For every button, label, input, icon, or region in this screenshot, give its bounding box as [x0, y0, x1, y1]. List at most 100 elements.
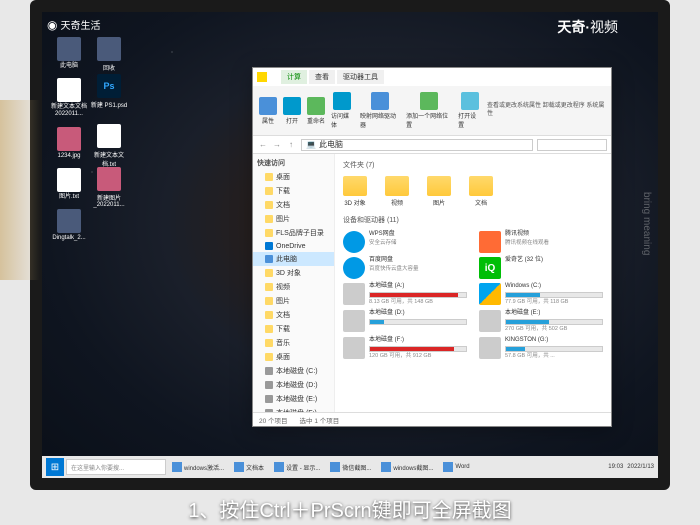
taskbar-item-0[interactable]: windows激活... — [168, 458, 228, 476]
status-selected: 选中 1 个项目 — [300, 415, 340, 425]
sidebar-drive-c[interactable]: 本地磁盘 (C:) — [253, 364, 334, 378]
drive-item-9[interactable]: KINGSTON (G:)57.8 GB 可用，共 ... — [479, 337, 603, 360]
desktop-icon-newpic[interactable]: 新建图片_2022011... — [90, 167, 128, 208]
sidebar-quickaccess[interactable]: 快速访问 — [253, 156, 334, 170]
folder-docs[interactable]: 文档 — [469, 176, 493, 207]
folder-pictures[interactable]: 图片 — [427, 176, 451, 207]
nav-buttons: ← → ↑ — [257, 139, 297, 151]
side-decorative-text: bring meaning — [641, 192, 652, 255]
drive-grid: WPS网盘安全云存储腾讯视频腾讯视频在线观看百度网盘百度快传云盘大容量 iQ爱奇艺… — [343, 231, 603, 360]
tray-time: 19:03 — [608, 464, 623, 470]
monitor-frame: 天奇生活 天奇·视频 bring meaning 此电脑 新建文本文档20220… — [30, 0, 670, 490]
file-explorer-window: 计算 查看 驱动器工具 属性 打开 重命名 访问媒体 映射网络驱动器 添加一个网… — [252, 67, 612, 427]
ribbon-settings[interactable]: 打开设置 — [458, 92, 481, 129]
nav-up-icon[interactable]: ↑ — [285, 139, 297, 151]
drive-item-8[interactable]: 本地磁盘 (F:)120 GB 可用，共 912 GB — [343, 337, 467, 360]
ribbon-open[interactable]: 打开 — [283, 97, 301, 125]
sidebar-downloads[interactable]: 下载 — [253, 184, 334, 198]
decorative-wheat — [0, 100, 40, 280]
search-box[interactable] — [537, 139, 607, 151]
sidebar-downloads2[interactable]: 下载 — [253, 322, 334, 336]
sidebar-music[interactable]: 音乐 — [253, 336, 334, 350]
drive-item-5[interactable]: Windows (C:)77.9 GB 可用，共 118 GB — [479, 283, 603, 306]
section-folders[interactable]: 文件夹 (7) — [343, 160, 603, 172]
drive-item-3[interactable]: iQ爱奇艺 (32 位) — [479, 257, 603, 279]
ribbon-media[interactable]: 访问媒体 — [331, 92, 354, 129]
status-bar: 20 个项目 选中 1 个项目 — [253, 412, 611, 426]
sidebar-pictures[interactable]: 图片 — [253, 212, 334, 226]
drive-icon — [479, 337, 501, 359]
taskbar-item-2[interactable]: 设置 - 显示... — [270, 458, 324, 476]
ribbon-mapdrive[interactable]: 映射网络驱动器 — [360, 92, 400, 129]
taskbar-search[interactable]: 在这里输入你要搜... — [66, 459, 166, 475]
desktop-icon-newtext[interactable]: 新建文本文档.txt — [90, 124, 128, 168]
drive-item-0[interactable]: WPS网盘安全云存储 — [343, 231, 467, 253]
system-tray[interactable]: 19:03 2022/1/13 — [608, 464, 654, 470]
drive-item-7[interactable]: 本地磁盘 (E:)270 GB 可用，共 502 GB — [479, 310, 603, 333]
sidebar-3dobjects[interactable]: 3D 对象 — [253, 266, 334, 280]
sidebar-docs2[interactable]: 文档 — [253, 308, 334, 322]
ribbon-rename[interactable]: 重命名 — [307, 97, 325, 125]
ribbon-properties[interactable]: 属性 — [259, 97, 277, 125]
sidebar-pictures2[interactable]: 图片 — [253, 294, 334, 308]
explorer-sidebar: 快速访问 桌面 下载 文档 图片 FLS品牌子目录 OneDrive 此电脑 3… — [253, 154, 335, 412]
drive-icon — [343, 231, 365, 253]
drive-icon — [343, 257, 365, 279]
sidebar-drive-f[interactable]: 本地磁盘 (F:) — [253, 406, 334, 412]
taskbar: ⊞ 在这里输入你要搜... windows激活... 文档本 设置 - 显示..… — [42, 456, 658, 478]
taskbar-item-3[interactable]: 微信截图... — [326, 458, 375, 476]
start-button[interactable]: ⊞ — [46, 458, 64, 476]
breadcrumb-thispc[interactable]: 此电脑 — [319, 139, 343, 150]
explorer-body: 快速访问 桌面 下载 文档 图片 FLS品牌子目录 OneDrive 此电脑 3… — [253, 154, 611, 412]
sidebar-onedrive[interactable]: OneDrive — [253, 240, 334, 252]
drive-icon — [479, 231, 501, 253]
sidebar-videos[interactable]: 视频 — [253, 280, 334, 294]
sidebar-thispc[interactable]: 此电脑 — [253, 252, 334, 266]
ribbon-tabs: 计算 查看 驱动器工具 — [281, 70, 384, 84]
tray-date: 2022/1/13 — [627, 464, 654, 470]
nav-back-icon[interactable]: ← — [257, 139, 269, 151]
folder-videos[interactable]: 视频 — [385, 176, 409, 207]
drive-item-6[interactable]: 本地磁盘 (D:) — [343, 310, 467, 333]
sidebar-drive-e[interactable]: 本地磁盘 (E:) — [253, 392, 334, 406]
folder-3d[interactable]: 3D 对象 — [343, 176, 367, 207]
tab-computer[interactable]: 计算 — [281, 70, 307, 84]
tab-drivetools[interactable]: 驱动器工具 — [337, 70, 384, 84]
section-drives[interactable]: 设备和驱动器 (11) — [343, 215, 603, 227]
explorer-main: 文件夹 (7) 3D 对象 视频 图片 文档 设备和驱动器 (11) WPS网盘… — [335, 154, 611, 412]
desktop-icon-psd[interactable]: Ps新建 PS1.psd — [90, 74, 128, 109]
drive-icon — [343, 310, 365, 332]
taskbar-item-1[interactable]: 文档本 — [230, 458, 268, 476]
nav-fwd-icon[interactable]: → — [271, 139, 283, 151]
sidebar-desktop[interactable]: 桌面 — [253, 170, 334, 184]
ribbon-text-group[interactable]: 查看或更改系统属性 卸载或更改程序 系统属性 — [487, 103, 605, 119]
ribbon: 属性 打开 重命名 访问媒体 映射网络驱动器 添加一个网络位置 打开设置 查看或… — [253, 86, 611, 136]
desktop-icon-jpg[interactable]: 1234.jpg — [50, 127, 88, 160]
sidebar-documents[interactable]: 文档 — [253, 198, 334, 212]
drive-item-4[interactable]: 本地磁盘 (A:)8.13 GB 可用，共 148 GB — [343, 283, 467, 306]
drive-icon — [343, 283, 365, 305]
taskbar-item-5[interactable]: Word — [439, 458, 473, 476]
desktop-icon-recycle[interactable]: 回收 — [90, 37, 128, 72]
watermark-topright: 天奇·视频 — [557, 17, 618, 37]
watermark-topleft: 天奇生活 — [47, 17, 100, 32]
taskbar-item-4[interactable]: windows截图... — [377, 458, 437, 476]
explorer-icon — [257, 72, 267, 82]
drive-icon: iQ — [479, 257, 501, 279]
breadcrumb-icon: 💻 — [306, 140, 316, 149]
drive-item-1[interactable]: 腾讯视频腾讯视频在线观看 — [479, 231, 603, 253]
ribbon-addnet[interactable]: 添加一个网络位置 — [406, 92, 452, 129]
tab-view[interactable]: 查看 — [309, 70, 335, 84]
sidebar-fls[interactable]: FLS品牌子目录 — [253, 226, 334, 240]
desktop-icon-txt[interactable]: 图片.txt — [50, 168, 88, 201]
desktop-icon-textdoc[interactable]: 新建文本文档2022011... — [50, 78, 88, 118]
sidebar-drive-d[interactable]: 本地磁盘 (D:) — [253, 378, 334, 392]
drive-item-2[interactable]: 百度网盘百度快传云盘大容量 — [343, 257, 467, 279]
desktop-icon-thispc[interactable]: 此电脑 — [50, 37, 88, 70]
address-bar[interactable]: 💻 此电脑 — [301, 139, 533, 151]
status-count: 20 个项目 — [259, 415, 288, 425]
drive-icon — [479, 310, 501, 332]
explorer-titlebar[interactable]: 计算 查看 驱动器工具 — [253, 68, 611, 86]
desktop-icon-dingtalk[interactable]: Dingtalk_2... — [50, 209, 88, 242]
sidebar-desktop2[interactable]: 桌面 — [253, 350, 334, 364]
